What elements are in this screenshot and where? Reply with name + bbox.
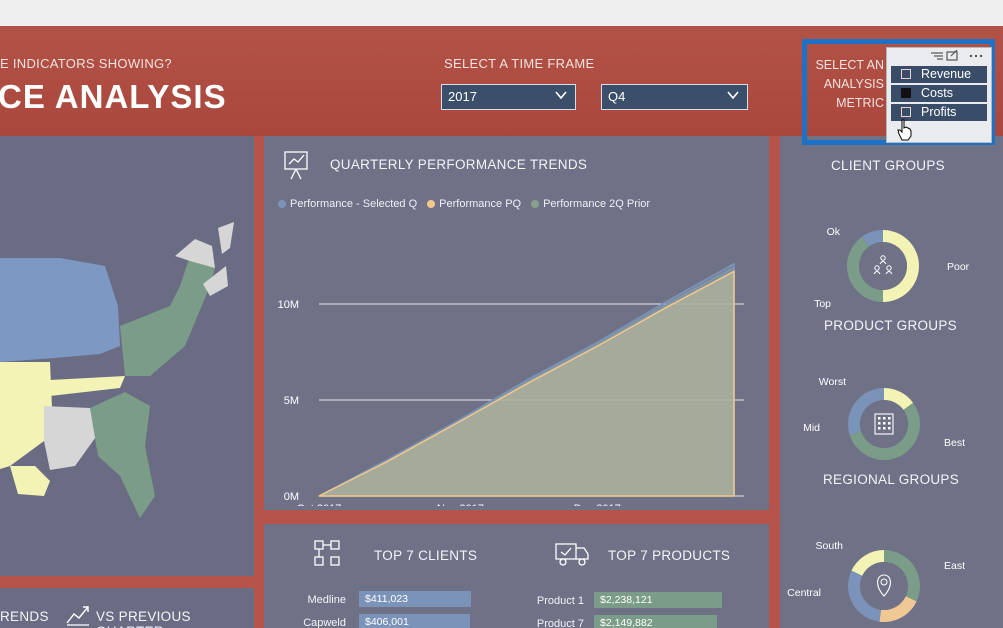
client-name: Capweld [303, 617, 346, 628]
top7-products-title: TOP 7 PRODUCTS [608, 548, 731, 563]
y-tick-label: 5M [284, 395, 299, 407]
trend-title: QUARTERLY PERFORMANCE TRENDS [330, 157, 588, 172]
slicer-option-costs[interactable]: Costs [891, 85, 987, 102]
product-value-bar[interactable]: $2,238,121 [594, 592, 722, 608]
clients-network-icon [314, 540, 340, 566]
donut-label: Mid [803, 422, 820, 434]
donut-label: East [944, 560, 965, 572]
x-tick-label: Oct 2017 [297, 503, 342, 506]
legend-dot [427, 200, 436, 208]
presentation-chart-icon [284, 151, 308, 180]
legend-dot [531, 200, 540, 208]
group-donut-charts[interactable]: OkPoorTopWorstMidBestSouthEastCentralWes… [780, 176, 1003, 628]
trend-up-icon [66, 606, 89, 626]
legend-label: Performance - Selected Q [290, 198, 418, 210]
x-tick-label: Nov 2017 [437, 503, 484, 506]
slicer-option-label: Revenue [921, 67, 972, 81]
donut-label: Poor [947, 261, 970, 273]
y-tick-label: 10M [278, 299, 299, 311]
map-region-northeast[interactable] [120, 256, 215, 376]
donut-hole [859, 242, 907, 290]
filter-icon[interactable] [931, 52, 943, 60]
map-region-tennessee[interactable] [50, 376, 125, 396]
report-canvas: E INDICATORS SHOWING? CE ANALYSIS SELECT… [0, 26, 1003, 628]
product-name: Product 7 [536, 618, 584, 628]
client-groups-title: CLIENT GROUPS [831, 158, 945, 173]
donut-label: Central [787, 587, 821, 599]
legend-item[interactable]: Performance 2Q Prior [531, 198, 650, 210]
bottom-left-panel: RENDS VS PREVIOUS QUARTER [0, 588, 254, 628]
x-tick-label: Dec 2017 [574, 503, 621, 506]
page-title: CE ANALYSIS [0, 78, 227, 115]
checkbox-icon[interactable] [901, 107, 911, 117]
donut-label: Top [814, 298, 831, 310]
slicer-option-revenue[interactable]: Revenue [891, 66, 987, 83]
map-region-midwest[interactable] [0, 258, 120, 362]
donut-hole [860, 562, 908, 610]
checkbox-icon[interactable] [901, 69, 911, 79]
slicer-option-label: Profits [921, 105, 957, 119]
product-name: Product 1 [536, 595, 584, 607]
checkbox-checked-icon[interactable] [901, 88, 911, 98]
slicer-toolbar [931, 49, 983, 61]
year-value: 2017 [448, 89, 477, 104]
map-region-maine[interactable] [218, 222, 234, 254]
legend-dot [278, 200, 286, 208]
map-region-southeast-a[interactable] [44, 406, 98, 470]
y-tick-label: 0M [284, 491, 299, 503]
top7-panel: TOP 7 CLIENTS TOP 7 PRODUCTS Medline $41… [264, 524, 769, 628]
map-panel [0, 136, 254, 576]
trend-legend: Performance - Selected Q Performance PQ … [278, 198, 650, 210]
client-value-bar[interactable]: $406,001 [359, 614, 470, 628]
map-region-southeast[interactable] [90, 392, 155, 518]
slicer-option-label: Costs [921, 86, 953, 100]
client-value-bar[interactable]: $411,023 [359, 591, 471, 607]
more-options-icon[interactable] [969, 54, 983, 58]
donut-label: Ok [827, 226, 841, 238]
donut-label: Worst [819, 376, 846, 388]
legend-label: Performance 2Q Prior [543, 198, 651, 210]
focus-mode-icon[interactable] [946, 49, 958, 61]
trends-label: RENDS [0, 609, 49, 624]
chevron-down-icon [727, 91, 739, 100]
indicator-prompt: E INDICATORS SHOWING? [0, 56, 172, 71]
us-map[interactable] [0, 136, 254, 576]
donut-label: South [816, 540, 844, 552]
delivery-truck-icon [555, 543, 589, 566]
timeframe-label: SELECT A TIME FRAME [444, 56, 595, 71]
trend-chart[interactable]: 0M 5M 10M Oct 2017 Nov 2017 Dec 2017 [264, 246, 769, 506]
quarter-value: Q4 [608, 89, 626, 104]
map-region-gulf[interactable] [10, 466, 50, 496]
legend-item[interactable]: Performance - Selected Q [278, 198, 417, 210]
product-value-bar[interactable]: $2,149,882 [594, 615, 717, 628]
year-dropdown[interactable]: 2017 [441, 84, 576, 110]
quarter-dropdown[interactable]: Q4 [601, 84, 748, 110]
client-name: Medline [307, 594, 346, 606]
legend-label: Performance PQ [439, 198, 522, 210]
chevron-down-icon [555, 91, 567, 100]
donut-label: Best [944, 437, 965, 449]
legend-item[interactable]: Performance PQ [427, 198, 521, 210]
top7-clients-title: TOP 7 CLIENTS [374, 548, 478, 563]
vs-previous-quarter-label: VS PREVIOUS QUARTER [96, 609, 191, 628]
hand-cursor-icon [897, 119, 912, 141]
